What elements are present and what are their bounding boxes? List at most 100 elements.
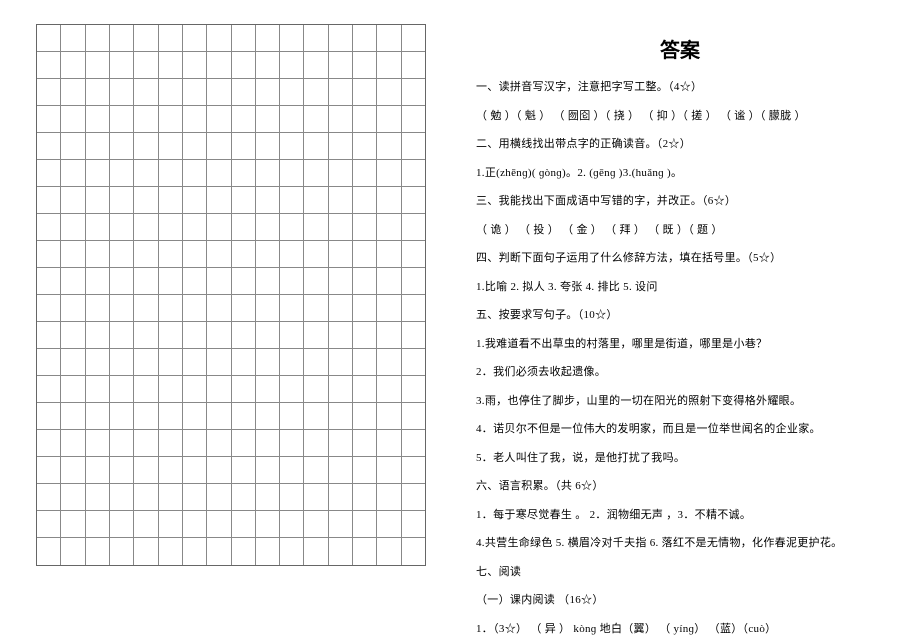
grid-cell: [183, 187, 207, 213]
grid-cell: [159, 187, 183, 213]
grid-cell: [377, 133, 401, 159]
grid-row: [37, 133, 425, 160]
grid-cell: [377, 457, 401, 483]
grid-cell: [402, 52, 425, 78]
grid-cell: [329, 106, 353, 132]
grid-cell: [256, 79, 280, 105]
grid-cell: [232, 349, 256, 375]
grid-cell: [377, 322, 401, 348]
grid-cell: [256, 295, 280, 321]
grid-cell: [110, 349, 134, 375]
grid-cell: [232, 511, 256, 537]
grid-cell: [61, 322, 85, 348]
grid-cell: [134, 106, 158, 132]
grid-cell: [183, 79, 207, 105]
grid-cell: [353, 268, 377, 294]
grid-cell: [232, 241, 256, 267]
grid-row: [37, 538, 425, 565]
grid-cell: [304, 187, 328, 213]
grid-cell: [256, 484, 280, 510]
grid-cell: [280, 52, 304, 78]
grid-cell: [353, 511, 377, 537]
grid-cell: [37, 52, 61, 78]
grid-cell: [232, 457, 256, 483]
grid-cell: [159, 214, 183, 240]
grid-cell: [134, 403, 158, 429]
grid-cell: [134, 511, 158, 537]
grid-cell: [256, 457, 280, 483]
grid-cell: [183, 268, 207, 294]
grid-cell: [207, 106, 231, 132]
grid-cell: [61, 349, 85, 375]
grid-cell: [256, 241, 280, 267]
grid-cell: [353, 430, 377, 456]
grid-cell: [207, 538, 231, 565]
grid-row: [37, 322, 425, 349]
grid-cell: [353, 241, 377, 267]
grid-cell: [207, 376, 231, 402]
grid-row: [37, 160, 425, 187]
grid-cell: [110, 322, 134, 348]
grid-cell: [86, 133, 110, 159]
grid-row: [37, 511, 425, 538]
grid-cell: [183, 322, 207, 348]
grid-cell: [329, 403, 353, 429]
grid-cell: [353, 25, 377, 51]
grid-cell: [329, 241, 353, 267]
grid-cell: [110, 295, 134, 321]
grid-cell: [159, 538, 183, 565]
grid-cell: [232, 322, 256, 348]
grid-cell: [61, 133, 85, 159]
grid-cell: [110, 403, 134, 429]
answer-line: 1.正(zhēnɡ)( ɡònɡ)。2. (ɡēnɡ )3.(huǎnɡ )。: [476, 165, 884, 182]
grid-cell: [304, 538, 328, 565]
grid-cell: [183, 214, 207, 240]
grid-cell: [304, 52, 328, 78]
grid-cell: [280, 133, 304, 159]
grid-cell: [110, 430, 134, 456]
answer-line: （ 勉 ）（ 魁 ） （ 囫囵 ）（ 挠 ） （ 抑 ）（ 搓 ） （ 谧 ）（…: [476, 108, 884, 125]
grid-cell: [377, 268, 401, 294]
grid-cell: [353, 322, 377, 348]
grid-cell: [232, 376, 256, 402]
grid-cell: [86, 484, 110, 510]
grid-cell: [232, 295, 256, 321]
grid-cell: [37, 484, 61, 510]
grid-cell: [37, 160, 61, 186]
grid-cell: [329, 79, 353, 105]
grid-cell: [353, 52, 377, 78]
writing-grid: [36, 24, 426, 566]
grid-cell: [280, 25, 304, 51]
grid-cell: [280, 511, 304, 537]
grid-cell: [134, 79, 158, 105]
grid-cell: [280, 160, 304, 186]
grid-cell: [37, 187, 61, 213]
grid-row: [37, 52, 425, 79]
grid-cell: [207, 511, 231, 537]
grid-cell: [353, 403, 377, 429]
answer-line: 1.我难道看不出草虫的村落里，哪里是街道，哪里是小巷？: [476, 336, 884, 353]
answer-line: 二、用横线找出带点字的正确读音。（2☆）: [476, 136, 884, 153]
grid-cell: [207, 52, 231, 78]
grid-cell: [353, 187, 377, 213]
grid-cell: [86, 160, 110, 186]
grid-cell: [377, 214, 401, 240]
grid-cell: [159, 268, 183, 294]
answer-line: 4．诺贝尔不但是一位伟大的发明家，而且是一位举世闻名的企业家。: [476, 421, 884, 438]
grid-cell: [232, 538, 256, 565]
grid-cell: [304, 241, 328, 267]
grid-cell: [256, 403, 280, 429]
grid-cell: [134, 160, 158, 186]
grid-cell: [86, 25, 110, 51]
grid-cell: [183, 457, 207, 483]
grid-cell: [134, 349, 158, 375]
grid-cell: [37, 538, 61, 565]
grid-cell: [256, 214, 280, 240]
grid-cell: [183, 484, 207, 510]
grid-cell: [329, 349, 353, 375]
grid-cell: [402, 106, 425, 132]
grid-cell: [304, 268, 328, 294]
grid-cell: [280, 349, 304, 375]
grid-cell: [256, 187, 280, 213]
grid-cell: [86, 295, 110, 321]
